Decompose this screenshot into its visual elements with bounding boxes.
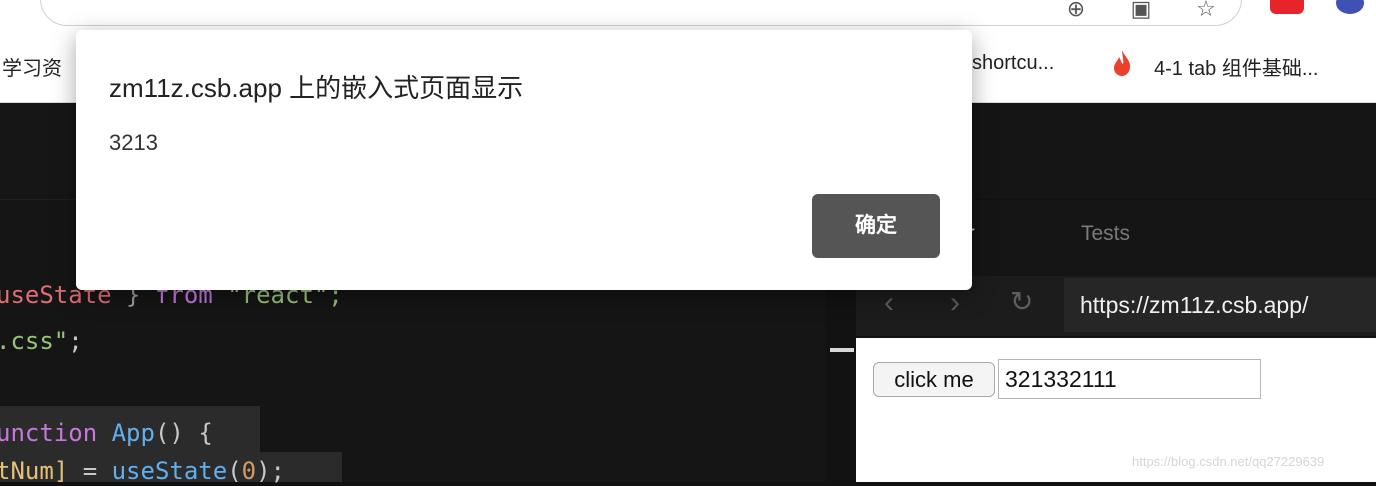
dialog-title: zm11z.csb.app 上的嵌入式页面显示 xyxy=(109,73,524,103)
bookmark-item[interactable]: 学习资 xyxy=(2,52,62,81)
add-icon[interactable]: ⊕ xyxy=(1062,0,1090,20)
dialog-message: 3213 xyxy=(109,130,158,155)
extension-icon[interactable] xyxy=(1270,0,1304,14)
code-token: App xyxy=(111,419,155,447)
code-token: ; xyxy=(68,327,83,355)
code-token: .css" xyxy=(0,327,69,355)
code-token: ); xyxy=(256,457,286,485)
bookmark-item[interactable]: 4-1 tab 组件基础... xyxy=(1154,52,1319,81)
bookmark-item[interactable]: shortcu... xyxy=(972,52,1054,75)
number-input[interactable]: 321332111 xyxy=(998,359,1261,399)
star-icon[interactable]: ☆ xyxy=(1192,0,1220,20)
code-token: tNum] xyxy=(0,457,69,485)
code-token: = xyxy=(68,457,112,485)
code-token: 0 xyxy=(241,457,257,485)
click-me-button[interactable]: click me xyxy=(873,362,995,397)
code-token: () { xyxy=(154,419,213,447)
back-icon[interactable]: ‹ xyxy=(884,286,894,320)
refresh-icon[interactable]: ↻ xyxy=(1010,285,1033,318)
forward-icon[interactable]: › xyxy=(950,286,960,320)
watermark: https://blog.csdn.net/qq27229639 xyxy=(1132,454,1325,469)
code-token: useState xyxy=(111,457,228,485)
code-token: ( xyxy=(227,457,242,485)
ok-button[interactable]: 确定 xyxy=(812,194,940,258)
translate-icon[interactable]: ▣ xyxy=(1126,0,1156,20)
preview-url[interactable]: https://zm11z.csb.app/ xyxy=(1064,278,1376,332)
code-line[interactable]: .css"; xyxy=(0,326,83,356)
flame-icon xyxy=(1114,50,1131,76)
code-line[interactable]: unction App() { xyxy=(0,418,213,448)
alert-dialog: zm11z.csb.app 上的嵌入式页面显示 3213 确定 xyxy=(76,30,972,290)
splitter-handle[interactable] xyxy=(830,348,854,352)
tab-tests[interactable]: Tests xyxy=(1081,222,1130,246)
code-token: unction xyxy=(0,419,98,447)
